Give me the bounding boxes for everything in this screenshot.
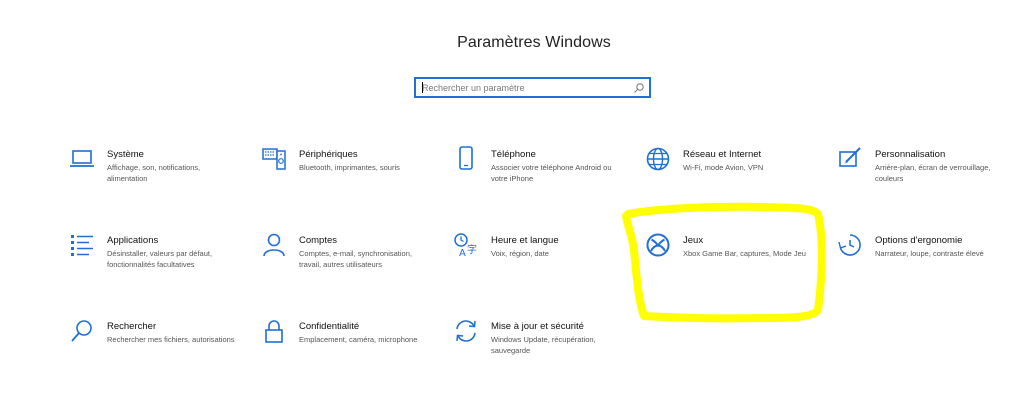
category-description: Affichage, son, notifications, alimentat… [107,163,201,183]
category-personnalisation[interactable]: Personnalisation Arrière-plan, écran de … [837,146,1007,206]
category-applications[interactable]: Applications Désinstaller, valeurs par d… [69,232,239,292]
category-name: Périphériques [299,149,358,160]
category-description: Narrateur, loupe, contraste élevé [875,249,984,258]
category-name: Système [107,149,144,160]
svg-text:字: 字 [467,243,477,256]
apps-list-icon [69,232,95,258]
category-name: Heure et langue [491,235,559,246]
category-rechercher[interactable]: Rechercher Rechercher mes fichiers, auto… [69,318,239,378]
category-name: Comptes [299,235,338,246]
time-language-icon: A 字 [453,232,479,258]
category-description: Associer votre téléphone Android ou votr… [491,163,612,183]
category-name: Téléphone [491,149,536,160]
category-name: Réseau et Internet [683,149,762,160]
category-confidentialite[interactable]: Confidentialité Emplacement, caméra, mic… [261,318,431,378]
category-description: Voix, région, date [491,249,549,258]
category-name: Applications [107,235,159,246]
person-icon [261,232,287,258]
ease-of-access-icon [837,232,863,258]
search-icon [69,318,95,344]
category-comptes[interactable]: Comptes Comptes, e-mail, synchronisation… [261,232,431,292]
category-jeux[interactable]: Jeux Xbox Game Bar, captures, Mode Jeu [645,232,815,292]
search-icon[interactable] [633,81,645,93]
text-cursor [422,82,423,93]
category-name: Options d'ergonomie [875,235,963,246]
category-telephone[interactable]: Téléphone Associer votre téléphone Andro… [453,146,623,206]
category-description: Désinstaller, valeurs par défaut, foncti… [107,249,213,269]
lock-icon [261,318,287,344]
category-reseau-internet[interactable]: Réseau et Internet Wi-Fi, mode Avion, VP… [645,146,815,206]
search-input[interactable] [422,80,627,95]
category-heure-langue[interactable]: A 字 Heure et langue Voix, région, date [453,232,623,292]
category-description: Xbox Game Bar, captures, Mode Jeu [683,249,806,258]
category-description: Comptes, e-mail, synchronisation, travai… [299,249,412,269]
category-description: Arrière-plan, écran de verrouillage, cou… [875,163,991,183]
category-name: Rechercher [107,321,157,332]
category-options-ergonomie[interactable]: Options d'ergonomie Narrateur, loupe, co… [837,232,1007,292]
category-description: Emplacement, caméra, microphone [299,335,418,344]
globe-icon [645,146,671,172]
xbox-icon [645,232,671,258]
category-description: Bluetooth, imprimantes, souris [299,163,400,172]
category-systeme[interactable]: Système Affichage, son, notifications, a… [69,146,239,206]
category-name: Personnalisation [875,149,946,160]
category-mise-a-jour-securite[interactable]: Mise à jour et sécurité Windows Update, … [453,318,623,378]
search-box[interactable] [414,77,651,98]
page-title: Paramètres Windows [457,34,611,51]
settings-window: Paramètres Windows Système Affichage, so… [0,0,1024,419]
phone-icon [453,146,479,172]
laptop-icon [69,146,95,172]
category-name: Confidentialité [299,321,360,332]
category-description: Wi-Fi, mode Avion, VPN [683,163,764,172]
category-description: Windows Update, récupération, sauvegarde [491,335,596,355]
category-name: Mise à jour et sécurité [491,321,584,332]
category-peripheriques[interactable]: Périphériques Bluetooth, imprimantes, so… [261,146,431,206]
sync-icon [453,318,479,344]
category-description: Rechercher mes fichiers, autorisations [107,335,235,344]
devices-icon [261,146,287,172]
svg-text:A: A [459,248,466,258]
category-name: Jeux [683,235,704,246]
paint-icon [837,146,863,172]
